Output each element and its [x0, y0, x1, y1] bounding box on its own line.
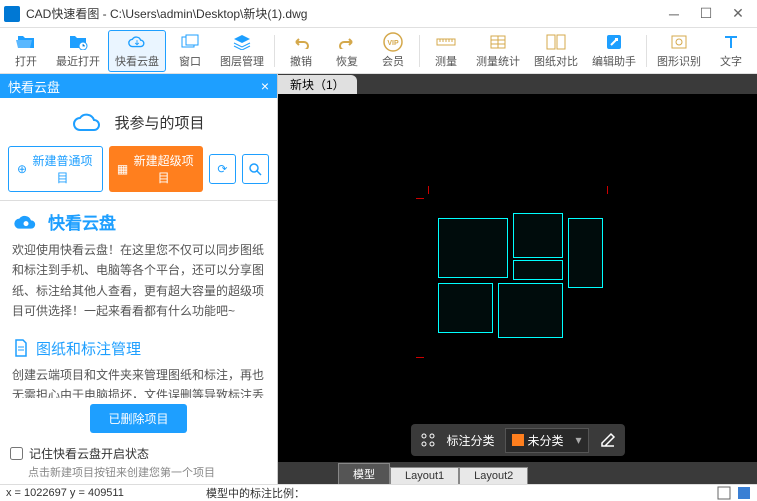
recent-icon: [68, 32, 88, 52]
promo-text: 欢迎使用快看云盘！在这里您不仅可以同步图纸和标注到手机、电脑等各个平台，还可以分…: [12, 240, 265, 322]
open-button[interactable]: 打开: [4, 30, 48, 72]
cloud-button[interactable]: 快看云盘: [108, 30, 166, 72]
new-super-project-button[interactable]: ▦新建超级项目: [109, 146, 203, 192]
status-icon-1[interactable]: [717, 486, 731, 500]
canvas-tabs: 新块（1）: [278, 74, 757, 94]
separator: [419, 35, 420, 67]
edit-helper-icon: [604, 32, 624, 52]
new-normal-project-button[interactable]: ⊕新建普通项目: [8, 146, 103, 192]
grid-icon: ▦: [117, 162, 128, 176]
window-icon: [180, 32, 200, 52]
hint-text: 点击新建项目按钮来创建您第一个项目: [0, 464, 277, 484]
search-button[interactable]: [242, 154, 269, 184]
sidebar-close-button[interactable]: ×: [261, 78, 269, 94]
redo-button[interactable]: 恢复: [325, 30, 369, 72]
drawing-viewport[interactable]: [278, 94, 757, 462]
color-swatch: [512, 434, 524, 446]
vip-icon: VIP: [383, 32, 403, 52]
section2-text: 创建云端项目和文件夹来管理图纸和标注，再也无需担心由于电脑损坏，文件误删等导致标…: [12, 365, 265, 398]
titlebar: CAD快速看图 - C:\Users\admin\Desktop\新块(1).d…: [0, 0, 757, 28]
layers-icon: [232, 32, 252, 52]
sidebar-header: 快看云盘 ×: [0, 74, 277, 98]
sidebar-title: 快看云盘: [8, 77, 60, 96]
canvas-area: 新块（1） 标注分类 未分类 模型 Lay: [278, 74, 757, 484]
titlebar-text: CAD快速看图 - C:\Users\admin\Desktop\新块(1).d…: [26, 5, 667, 22]
separator: [646, 35, 647, 67]
stats-icon: [488, 32, 508, 52]
separator: [274, 35, 275, 67]
classify-bar: 标注分类 未分类: [410, 424, 624, 456]
text-button[interactable]: 文字: [709, 30, 753, 72]
stats-button[interactable]: 测量统计: [470, 30, 526, 72]
svg-text:VIP: VIP: [387, 40, 399, 47]
scale-label: 模型中的标注比例：: [206, 485, 717, 501]
cloud-icon: [127, 33, 147, 52]
recent-button[interactable]: 最近打开: [50, 30, 106, 72]
coordinates: x = 1022697 y = 409511: [6, 487, 206, 499]
manage-section: 图纸和标注管理 创建云端项目和文件夹来管理图纸和标注，再也无需担心由于电脑损坏，…: [0, 330, 277, 398]
layout-tabs: 模型 Layout1 Layout2: [278, 462, 757, 484]
main-toolbar: 打开 最近打开 快看云盘 窗口 图层管理 撤销 恢复 VIP 会员 测量 测量统…: [0, 28, 757, 74]
grid-icon[interactable]: [418, 431, 436, 449]
floorplan: [428, 198, 608, 358]
canvas-tab-item[interactable]: 新块（1）: [278, 75, 357, 94]
sidebar-content: 快看云盘 欢迎使用快看云盘！在这里您不仅可以同步图纸和标注到手机、电脑等各个平台…: [0, 200, 277, 398]
remember-checkbox-row: 记住快看云盘开启状态: [0, 439, 277, 464]
compare-icon: [546, 32, 566, 52]
layout-tab-model[interactable]: 模型: [338, 463, 390, 484]
measure-icon: [436, 32, 456, 52]
edit-icon[interactable]: [599, 431, 617, 449]
vip-button[interactable]: VIP 会员: [371, 30, 415, 72]
close-button[interactable]: ✕: [731, 7, 745, 21]
projects-heading: 我参与的项目: [0, 98, 277, 146]
window-button[interactable]: 窗口: [168, 30, 212, 72]
measure-button[interactable]: 测量: [424, 30, 468, 72]
minimize-button[interactable]: ─: [667, 7, 681, 21]
recognize-icon: [669, 32, 689, 52]
refresh-icon: ⟳: [217, 162, 227, 176]
remember-label: 记住快看云盘开启状态: [29, 445, 149, 462]
undo-button[interactable]: 撤销: [279, 30, 323, 72]
refresh-button[interactable]: ⟳: [209, 154, 236, 184]
cloud-gear-icon: [12, 212, 40, 232]
search-icon: [248, 162, 262, 176]
layers-button[interactable]: 图层管理: [214, 30, 270, 72]
folder-open-icon: [16, 32, 36, 52]
text-icon: [721, 32, 741, 52]
plus-icon: ⊕: [17, 162, 27, 176]
redo-icon: [337, 32, 357, 52]
cloud-outline-icon: [72, 110, 104, 134]
recognize-button[interactable]: 图形识别: [651, 30, 707, 72]
app-icon: [4, 6, 20, 22]
project-buttons-row: ⊕新建普通项目 ▦新建超级项目 ⟳: [0, 146, 277, 200]
classify-select[interactable]: 未分类: [505, 428, 589, 453]
remember-checkbox[interactable]: [10, 447, 23, 460]
compare-button[interactable]: 图纸对比: [528, 30, 584, 72]
maximize-button[interactable]: ☐: [699, 7, 713, 21]
status-icon-2[interactable]: [737, 486, 751, 500]
edit-helper-button[interactable]: 编辑助手: [586, 30, 642, 72]
layout-tab-2[interactable]: Layout2: [459, 467, 528, 484]
undo-icon: [291, 32, 311, 52]
statusbar: x = 1022697 y = 409511 模型中的标注比例：: [0, 484, 757, 500]
promo-section: 快看云盘 欢迎使用快看云盘！在这里您不仅可以同步图纸和标注到手机、电脑等各个平台…: [0, 201, 277, 330]
deleted-projects-button[interactable]: 已删除项目: [90, 404, 186, 433]
window-controls: ─ ☐ ✕: [667, 7, 753, 21]
document-icon: [12, 339, 30, 357]
classify-label: 标注分类: [446, 432, 494, 449]
sidebar-panel: 快看云盘 × 我参与的项目 ⊕新建普通项目 ▦新建超级项目 ⟳ 快看云盘 欢迎使…: [0, 74, 278, 484]
layout-tab-1[interactable]: Layout1: [390, 467, 459, 484]
